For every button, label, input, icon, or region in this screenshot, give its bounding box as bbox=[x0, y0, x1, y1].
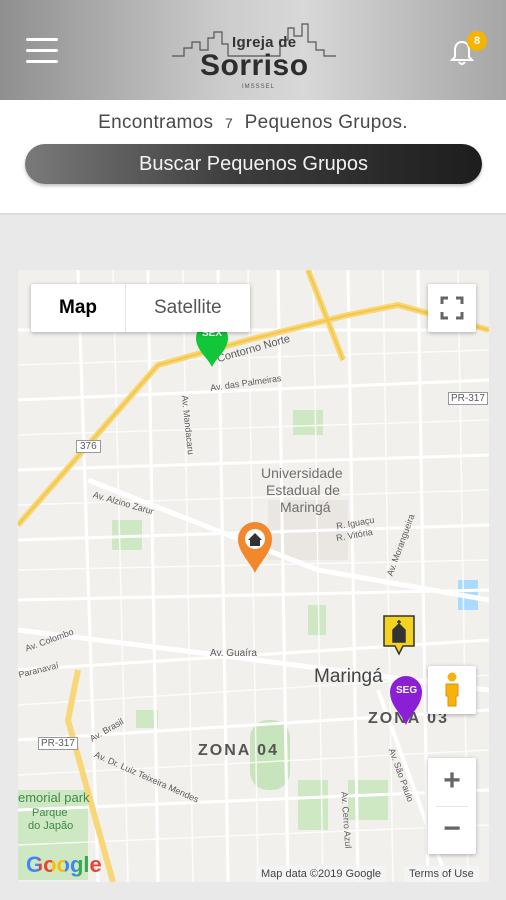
street-view-button[interactable] bbox=[428, 666, 476, 714]
summary-suffix: Pequenos Grupos. bbox=[244, 112, 408, 133]
panel-divider bbox=[0, 213, 506, 215]
terms-of-use-link[interactable]: Terms of Use bbox=[404, 866, 479, 882]
church-logo: Igreja de Sorriso IMSSSEL bbox=[170, 20, 340, 90]
fullscreen-icon bbox=[440, 296, 464, 320]
zoom-out-button[interactable]: − bbox=[428, 806, 476, 854]
label-zona-04: ZONA 04 bbox=[198, 742, 279, 759]
pegman-icon bbox=[445, 672, 459, 707]
map-type-satellite-button[interactable]: Satellite bbox=[126, 284, 250, 332]
label-route-376: 376 bbox=[76, 440, 101, 453]
logo-line2: Sorriso bbox=[200, 49, 309, 82]
results-summary: Encontramos 7 Pequenos Grupos. bbox=[0, 112, 506, 134]
label-guaira: Av. Guaíra bbox=[210, 648, 257, 659]
label-universidade-1: Universidade bbox=[261, 465, 343, 481]
zoom-in-button[interactable]: + bbox=[428, 758, 476, 806]
hamburger-line bbox=[26, 60, 58, 63]
purple-marker-label: SEG bbox=[396, 685, 418, 696]
label-parque-1: Parque bbox=[32, 807, 68, 819]
map-type-map-button[interactable]: Map bbox=[31, 284, 126, 332]
group-marker-purple[interactable] bbox=[388, 674, 424, 726]
zoom-separator bbox=[436, 806, 468, 807]
label-parque-2: do Japão bbox=[28, 820, 74, 832]
label-universidade-2: Estadual de bbox=[266, 482, 340, 498]
logo-line3: IMSSSEL bbox=[242, 84, 276, 90]
label-pr317-left: PR-317 bbox=[38, 737, 78, 750]
fullscreen-button[interactable] bbox=[428, 284, 476, 332]
label-memorial-park: emorial park bbox=[18, 790, 90, 805]
summary-count: 7 bbox=[224, 115, 234, 131]
label-maringa: Maringá bbox=[314, 666, 383, 687]
app-header: Igreja de Sorriso IMSSSEL 8 bbox=[0, 0, 506, 100]
summary-prefix: Encontramos bbox=[98, 112, 214, 133]
groups-map[interactable]: Contorno Norte Av. das Palmeiras Av. Man… bbox=[18, 270, 489, 882]
church-marker-yellow[interactable] bbox=[382, 614, 416, 656]
notification-badge: 8 bbox=[467, 31, 487, 51]
search-groups-button[interactable]: Buscar Pequenos Grupos bbox=[25, 144, 482, 184]
hamburger-icon[interactable] bbox=[26, 38, 58, 64]
label-universidade-3: Maringá bbox=[280, 499, 331, 515]
hamburger-line bbox=[26, 38, 58, 41]
hamburger-line bbox=[26, 49, 58, 52]
home-marker-orange[interactable] bbox=[236, 520, 274, 574]
google-logo: Google bbox=[26, 852, 102, 878]
google-logo-text: Google bbox=[26, 852, 102, 877]
zoom-control: + − bbox=[428, 758, 476, 854]
map-type-control: Map Satellite bbox=[31, 284, 250, 332]
map-attribution: Map data ©2019 Google bbox=[256, 866, 387, 882]
label-pr317-top: PR-317 bbox=[448, 392, 488, 405]
